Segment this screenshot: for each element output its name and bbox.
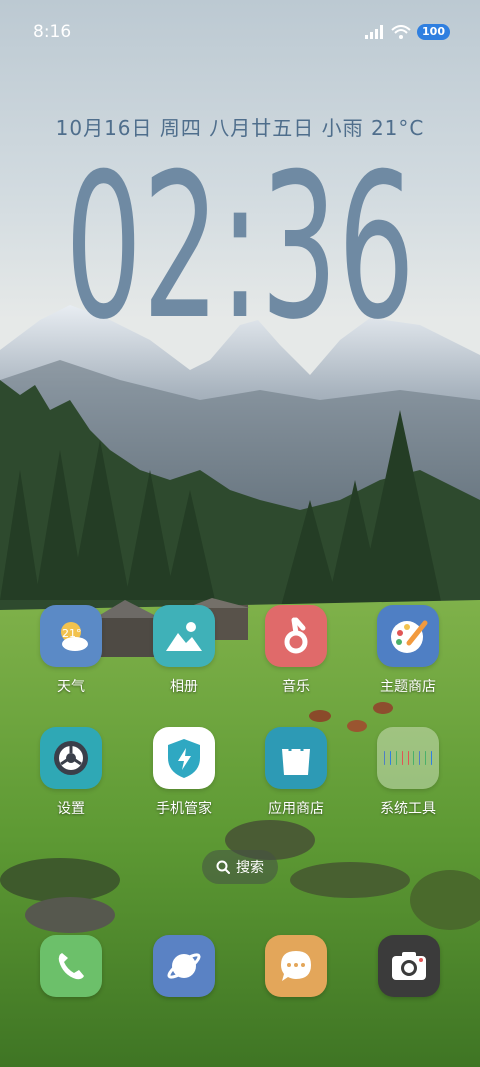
phone-icon[interactable] [40, 935, 102, 997]
mini-app-icon [425, 751, 427, 765]
app-gallery[interactable]: 相册 [139, 605, 229, 696]
app-phone-manager[interactable]: 手机管家 [139, 727, 229, 818]
app-theme-store[interactable]: 主题商店 [363, 605, 453, 696]
app-label: 设置 [57, 801, 85, 817]
clock-display: 02:36 [0, 131, 480, 364]
app-label: 系统工具 [380, 801, 436, 817]
date-weather-line: 10月16日 周四 八月廿五日 小雨 21°C [55, 116, 425, 140]
messages-icon[interactable] [265, 935, 327, 997]
camera-icon[interactable] [378, 935, 440, 997]
mini-app-icon [389, 751, 391, 765]
app-label: 手机管家 [156, 801, 212, 817]
mini-app-icon [431, 751, 433, 765]
app-label: 音乐 [282, 679, 310, 695]
search-label: 搜索 [236, 860, 264, 876]
theme-store-icon [377, 605, 439, 667]
status-bar: 8:16 100 [0, 0, 480, 70]
system-tools-folder [377, 727, 439, 789]
app-label: 应用商店 [268, 801, 324, 817]
app-store-icon [265, 727, 327, 789]
app-label: 主题商店 [380, 679, 436, 695]
mini-app-icon [413, 751, 415, 765]
clock-text: 02:36 [65, 148, 415, 328]
wifi-icon [391, 25, 411, 39]
mini-app-icon [401, 751, 403, 765]
mini-app-icon [419, 751, 421, 765]
app-music[interactable]: 音乐 [251, 605, 341, 696]
battery-indicator: 100 [417, 24, 450, 40]
app-label: 天气 [57, 679, 85, 695]
status-time: 8:16 [33, 22, 72, 42]
status-indicators: 100 [365, 24, 450, 40]
app-app-store[interactable]: 应用商店 [251, 727, 341, 818]
browser-icon[interactable] [153, 935, 215, 997]
weather-badge: 21° [62, 627, 82, 640]
signal-icon [365, 25, 384, 39]
mini-app-icon [384, 751, 385, 765]
settings-icon [40, 727, 102, 789]
gallery-icon [153, 605, 215, 667]
folder-system-tools[interactable]: 系统工具 [363, 727, 453, 818]
mini-app-icon [395, 751, 397, 765]
music-icon [265, 605, 327, 667]
mini-app-icon [407, 751, 409, 765]
app-settings[interactable]: 设置 [26, 727, 116, 818]
search-icon [216, 860, 230, 874]
weather-icon: 21° [40, 605, 102, 667]
search-button[interactable]: 搜索 [202, 850, 278, 884]
app-label: 相册 [170, 679, 198, 695]
phone-manager-icon [153, 727, 215, 789]
app-weather[interactable]: 21° 天气 [26, 605, 116, 696]
